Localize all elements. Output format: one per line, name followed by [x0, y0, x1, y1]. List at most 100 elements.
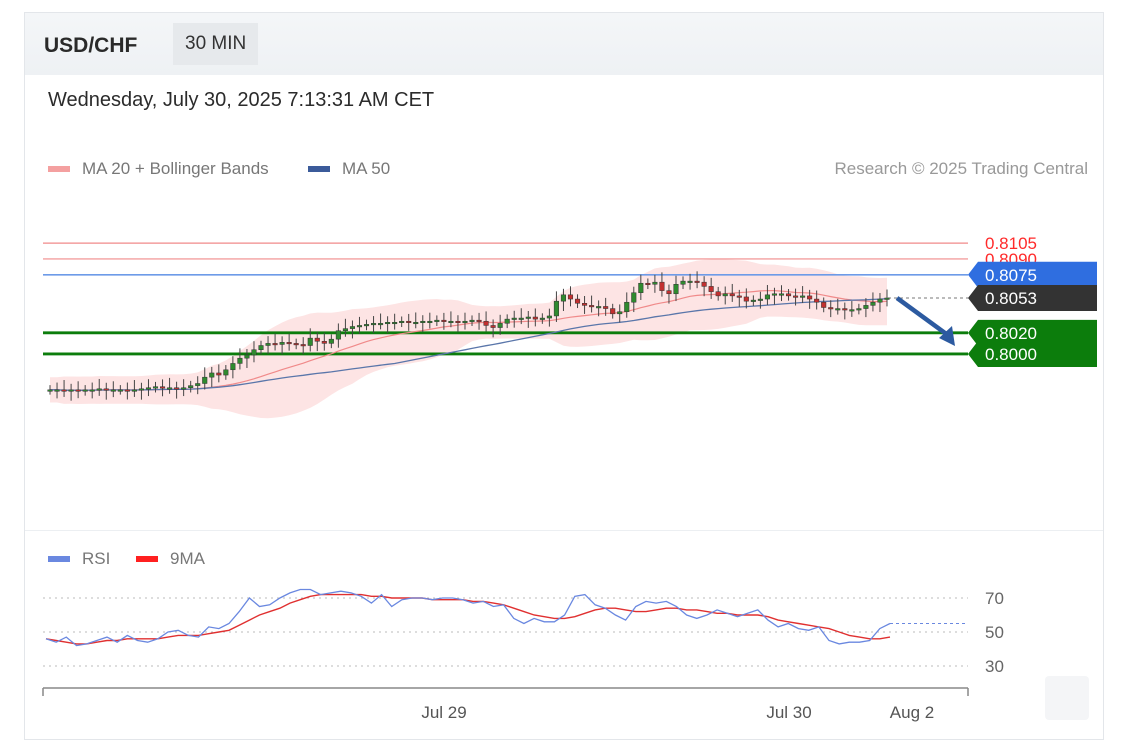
candle-body: [532, 316, 538, 320]
level-support-4-label: 0.8020: [985, 324, 1037, 343]
candle-body: [258, 345, 264, 350]
rsi-level-70-label: 70: [985, 589, 1004, 608]
candle-body: [497, 323, 503, 328]
candle-body: [441, 319, 447, 322]
candle-body: [764, 294, 770, 300]
candle-body: [392, 322, 398, 325]
candle-body: [645, 282, 651, 285]
candle-body: [807, 295, 813, 300]
candle-body: [363, 324, 370, 327]
candle-body: [448, 320, 454, 323]
candle-body: [462, 320, 468, 323]
candle-body: [47, 389, 53, 392]
candle-body: [413, 322, 419, 325]
candle-body: [265, 343, 271, 346]
candle-body: [251, 349, 257, 356]
candle-body: [870, 301, 876, 306]
candle-body: [856, 308, 862, 311]
candle-body: [771, 293, 777, 296]
candle-body: [117, 389, 123, 392]
candle-body: [152, 386, 159, 389]
level-support-5-label: 0.8000: [985, 345, 1037, 364]
candle-body: [610, 308, 616, 315]
candle-body: [110, 389, 116, 392]
candle-body: [244, 354, 250, 359]
candle-body: [785, 293, 792, 297]
candle-body: [877, 298, 883, 303]
candle-body: [617, 311, 623, 315]
candle-body: [455, 320, 461, 323]
candle-body: [574, 298, 581, 304]
candle-body: [174, 387, 180, 390]
candle-body: [652, 281, 658, 285]
candle-body: [138, 388, 144, 391]
bollinger-band: [50, 259, 887, 419]
time-label-2: Aug 2: [890, 703, 934, 722]
candle-body: [82, 389, 88, 392]
candle-body: [188, 385, 194, 388]
candle-body: [300, 344, 306, 347]
candle-body: [216, 372, 222, 376]
candle-body: [279, 342, 285, 345]
candle-body: [546, 315, 552, 319]
candle-body: [399, 320, 405, 323]
candle-body: [371, 323, 377, 326]
candle-body: [596, 306, 602, 309]
candle-body: [195, 383, 201, 386]
candle-body: [863, 305, 869, 309]
candle-body: [582, 303, 588, 306]
candle-body: [420, 320, 426, 323]
candle-body: [567, 294, 574, 300]
candle-body: [793, 295, 799, 298]
candle-body: [490, 325, 496, 328]
candle-body: [223, 369, 229, 376]
candle-body: [286, 342, 292, 345]
candle-body: [525, 316, 531, 319]
candle-body: [511, 317, 517, 320]
forecast-arrow-shaft: [895, 296, 951, 338]
candle-body: [356, 325, 363, 328]
candle-body: [778, 293, 785, 296]
candle-body: [659, 281, 665, 291]
rsi-level-50-label: 50: [985, 623, 1004, 642]
candle-body: [54, 389, 60, 392]
candle-body: [680, 280, 686, 285]
time-label-1: Jul 30: [766, 703, 811, 722]
candle-body: [483, 320, 489, 326]
candle-body: [673, 284, 679, 295]
candle-body: [75, 389, 81, 392]
candle-body: [828, 307, 834, 310]
candle-body: [328, 338, 334, 344]
candle-body: [202, 376, 208, 384]
candle-body: [321, 341, 327, 344]
candle-body: [131, 389, 137, 392]
candle-body: [603, 306, 609, 309]
candle-body: [469, 319, 475, 322]
candle-body: [272, 343, 278, 346]
candle-body: [209, 372, 215, 378]
candle-body: [124, 389, 130, 392]
candle-body: [624, 301, 630, 312]
candle-body: [378, 323, 384, 326]
candle-body: [230, 363, 236, 371]
candle-body: [293, 343, 299, 346]
candle-body: [842, 308, 848, 311]
candle-body: [314, 337, 320, 342]
candle-body: [406, 320, 412, 323]
candle-body: [560, 294, 566, 302]
candle-body: [237, 357, 243, 364]
candle-body: [694, 280, 700, 283]
level-pivot-2-label: 0.8075: [985, 266, 1037, 285]
level-last-3-label: 0.8053: [985, 289, 1037, 308]
candle-body: [504, 318, 510, 324]
candle-body: [884, 297, 890, 300]
candle-body: [145, 387, 152, 390]
candle-body: [342, 328, 348, 331]
candle-body: [715, 291, 721, 297]
candle-body: [708, 286, 714, 292]
candle-body: [687, 280, 693, 283]
candle-body: [349, 326, 355, 329]
candle-body: [729, 293, 735, 297]
candle-body: [181, 387, 187, 390]
candle-body: [835, 308, 841, 311]
